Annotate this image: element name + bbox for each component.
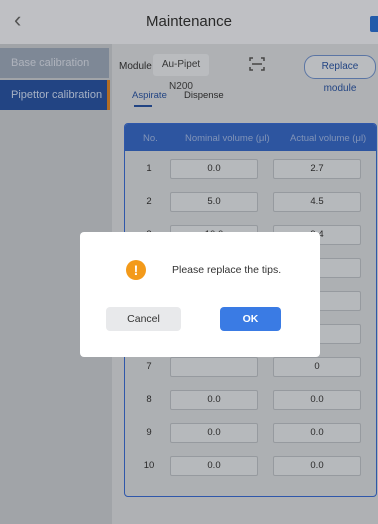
replace-tips-dialog: ! Please replace the tips. Cancel OK xyxy=(80,232,320,357)
ok-button[interactable]: OK xyxy=(220,307,281,331)
cancel-button[interactable]: Cancel xyxy=(106,307,181,331)
modal-overlay: ! Please replace the tips. Cancel OK xyxy=(0,0,378,524)
dialog-message: Please replace the tips. xyxy=(172,264,282,276)
warning-icon: ! xyxy=(126,260,146,280)
